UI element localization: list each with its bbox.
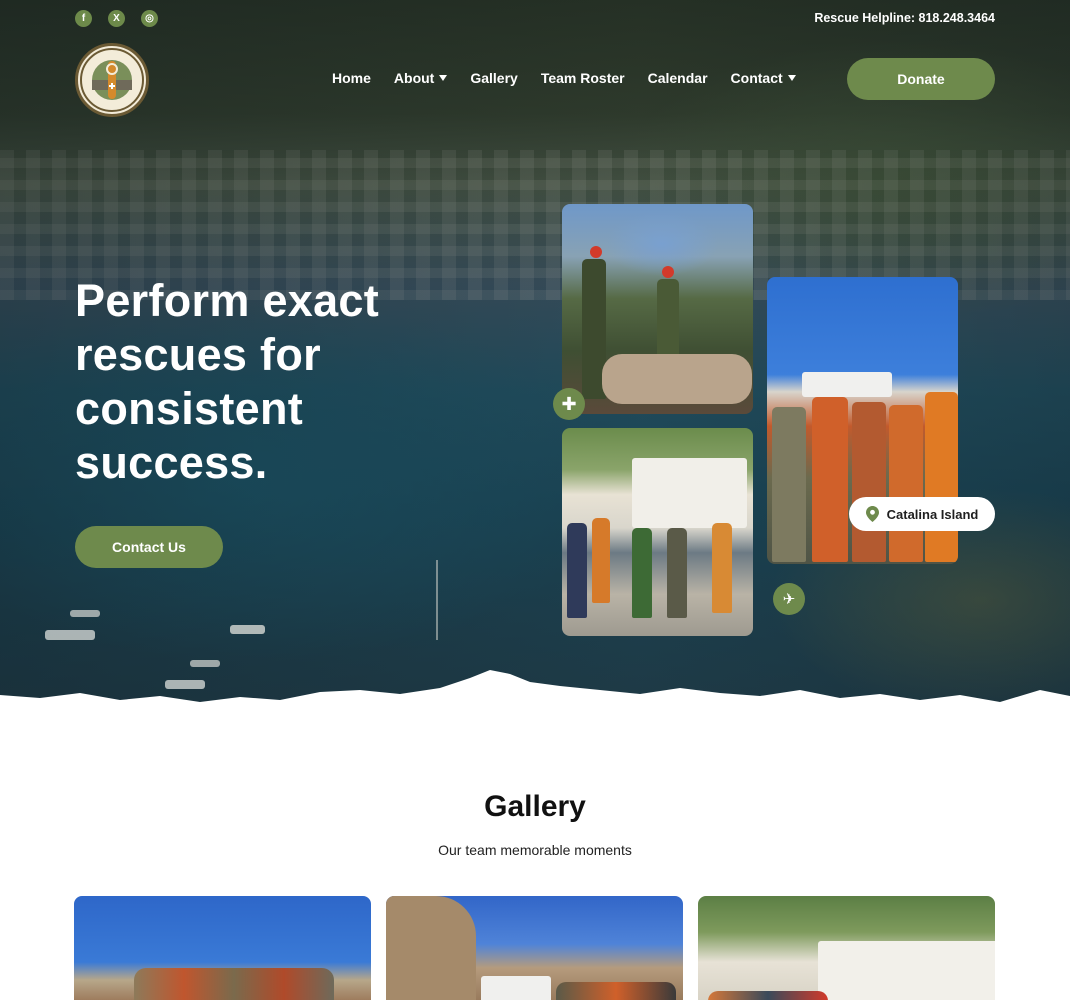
caret-down-icon (787, 75, 796, 81)
gallery-subtitle: Our team memorable moments (438, 842, 632, 858)
hero-headline: Perform exact rescues for consistent suc… (75, 275, 380, 488)
map-pin-icon (865, 506, 879, 522)
instagram-icon[interactable]: ◎ (141, 10, 158, 27)
nav-item-contact[interactable]: Contact (731, 70, 796, 86)
rescue-helpline[interactable]: Rescue Helpline: 818.248.3464 (814, 11, 995, 25)
social-links: f X ◎ (75, 10, 158, 27)
search-rescue-badge-icon (80, 48, 144, 112)
location-badge: Catalina Island (849, 497, 995, 531)
nav-item-about[interactable]: About (394, 70, 448, 86)
gallery-title: Gallery (484, 790, 586, 823)
gallery-image-2[interactable] (386, 896, 683, 1000)
donate-button[interactable]: Donate (847, 58, 995, 100)
photo-team-briefing (562, 428, 753, 636)
nav-item-calendar[interactable]: Calendar (648, 70, 708, 86)
site-logo[interactable] (75, 43, 149, 117)
contact-us-button[interactable]: Contact Us (75, 526, 223, 568)
facebook-icon[interactable]: f (75, 10, 92, 27)
x-twitter-icon[interactable]: X (108, 10, 125, 27)
gallery-image-3[interactable] (698, 896, 995, 1000)
airplane-icon: ✈ (773, 583, 805, 615)
nav-item-home[interactable]: Home (332, 70, 371, 86)
photo-rope-rescue (562, 204, 753, 414)
caret-down-icon (439, 75, 448, 81)
main-navigation: Home About Gallery Team Roster Calendar … (332, 70, 796, 86)
nav-item-gallery[interactable]: Gallery (470, 70, 517, 86)
location-label: Catalina Island (886, 506, 979, 522)
nav-item-team-roster[interactable]: Team Roster (541, 70, 625, 86)
torn-edge-divider (0, 670, 1070, 710)
plus-icon: ✚ (553, 388, 585, 420)
gallery-image-1[interactable] (74, 896, 371, 1000)
